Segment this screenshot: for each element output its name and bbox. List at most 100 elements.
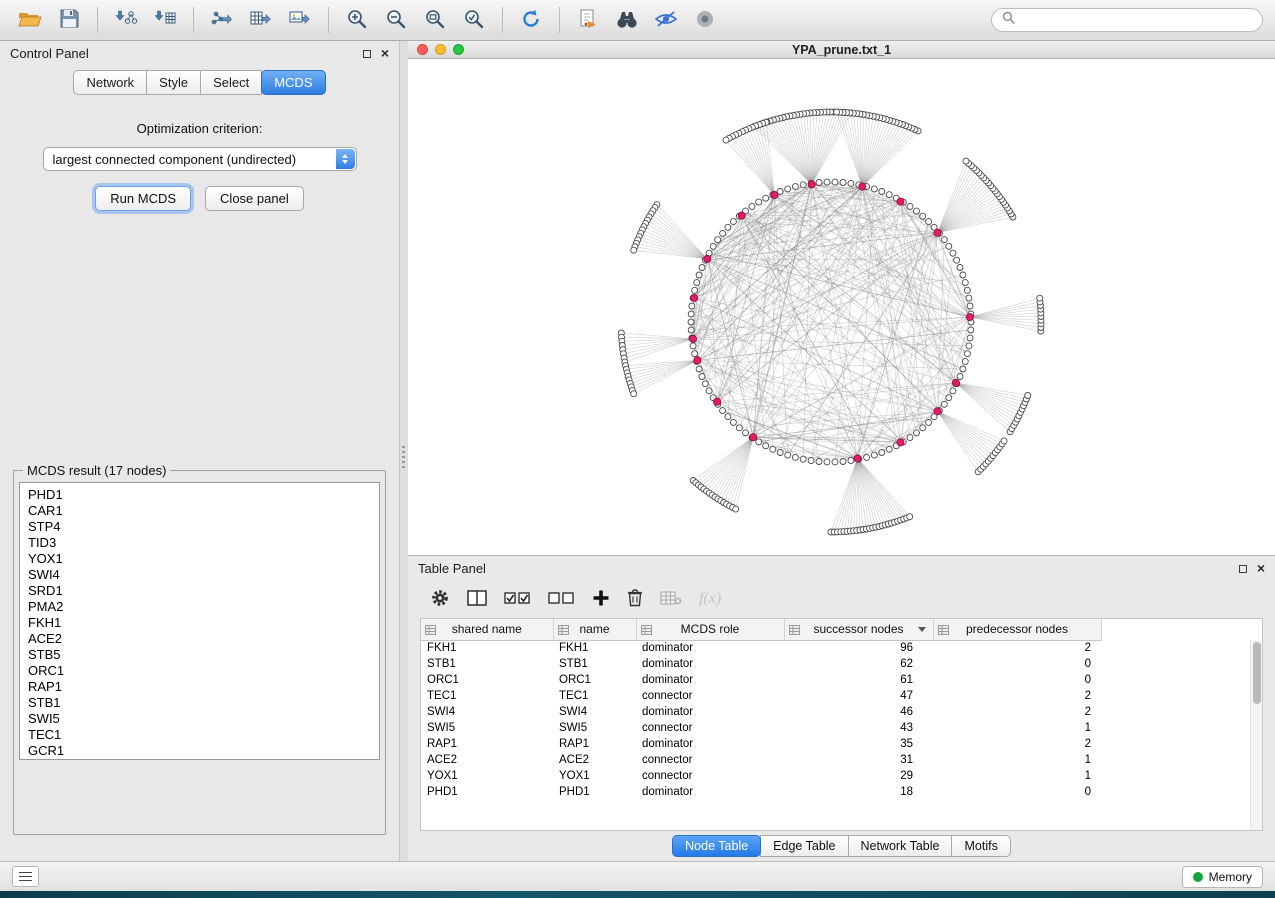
window-minimize-button[interactable] bbox=[435, 44, 446, 55]
zoom-fit-button[interactable] bbox=[417, 5, 453, 36]
export-table-button[interactable] bbox=[243, 5, 279, 36]
open-file-button[interactable] bbox=[12, 5, 48, 36]
export-image-button[interactable] bbox=[282, 5, 318, 36]
run-mcds-button[interactable]: Run MCDS bbox=[95, 186, 191, 211]
show-all-button[interactable] bbox=[687, 5, 723, 36]
window-zoom-button[interactable] bbox=[453, 44, 464, 55]
mcds-result-item[interactable]: YOX1 bbox=[20, 551, 379, 567]
table-row[interactable]: YOX1YOX1connector291 bbox=[421, 768, 1101, 784]
table-header-row: shared name name MCDS role successor nod… bbox=[421, 619, 1101, 640]
table-cell: 2 bbox=[933, 688, 1101, 704]
mcds-result-title: MCDS result (17 nodes) bbox=[23, 463, 170, 478]
panel-splitter[interactable] bbox=[400, 41, 408, 861]
column-header-shared-name[interactable]: shared name bbox=[421, 619, 553, 640]
add-column-button[interactable] bbox=[592, 589, 610, 610]
table-cell: 0 bbox=[933, 672, 1101, 688]
mcds-result-item[interactable]: PHD1 bbox=[20, 487, 379, 503]
table-settings-button[interactable] bbox=[430, 588, 450, 611]
search-input[interactable] bbox=[1021, 13, 1252, 27]
memory-button[interactable]: Memory bbox=[1182, 866, 1263, 888]
select-all-columns-button[interactable] bbox=[504, 590, 531, 609]
table-row[interactable]: SWI4SWI4dominator462 bbox=[421, 704, 1101, 720]
table-cell: dominator bbox=[636, 656, 784, 672]
mcds-result-item[interactable]: ACE2 bbox=[20, 631, 379, 647]
export-table-icon bbox=[249, 8, 273, 33]
table-cell: 62 bbox=[784, 656, 933, 672]
table-row[interactable]: STB1STB1dominator620 bbox=[421, 656, 1101, 672]
float-panel-button[interactable] bbox=[363, 46, 371, 61]
import-table-button[interactable] bbox=[147, 5, 183, 36]
tab-edge-table[interactable]: Edge Table bbox=[760, 835, 848, 857]
table-cell: 2 bbox=[933, 704, 1101, 720]
mcds-result-item[interactable]: STP4 bbox=[20, 519, 379, 535]
column-header-mcds-role[interactable]: MCDS role bbox=[636, 619, 784, 640]
table-cell: SWI5 bbox=[421, 720, 553, 736]
eye-icon bbox=[695, 9, 715, 32]
close-table-panel-button[interactable]: × bbox=[1257, 561, 1265, 575]
window-close-button[interactable] bbox=[417, 44, 428, 55]
column-header-predecessor-nodes[interactable]: predecessor nodes bbox=[933, 619, 1101, 640]
mcds-result-item[interactable]: RAP1 bbox=[20, 679, 379, 695]
criterion-dropdown[interactable]: largest connected component (undirected) bbox=[43, 147, 357, 171]
table-scrollbar[interactable] bbox=[1250, 640, 1262, 830]
zoom-in-button[interactable] bbox=[339, 5, 375, 36]
tab-mcds[interactable]: MCDS bbox=[261, 70, 325, 95]
mcds-result-item[interactable]: PMA2 bbox=[20, 599, 379, 615]
mcds-result-item[interactable]: FKH1 bbox=[20, 615, 379, 631]
table-row[interactable]: ACE2ACE2connector311 bbox=[421, 752, 1101, 768]
table-cell: 46 bbox=[784, 704, 933, 720]
delete-column-button[interactable] bbox=[627, 588, 643, 610]
tab-style[interactable]: Style bbox=[146, 70, 201, 95]
column-header-successor-nodes[interactable]: successor nodes bbox=[784, 619, 933, 640]
float-table-panel-button[interactable] bbox=[1239, 561, 1247, 576]
tab-node-table[interactable]: Node Table bbox=[672, 835, 761, 857]
deselect-all-columns-button[interactable] bbox=[548, 590, 575, 609]
scrollbar-thumb[interactable] bbox=[1253, 642, 1261, 704]
close-panel-x-button[interactable]: × bbox=[381, 46, 389, 60]
table-row[interactable]: TEC1TEC1connector472 bbox=[421, 688, 1101, 704]
hide-selected-button[interactable] bbox=[648, 5, 684, 36]
column-header-name[interactable]: name bbox=[553, 619, 636, 640]
search-network-button[interactable] bbox=[609, 5, 645, 36]
mcds-result-item[interactable]: SRD1 bbox=[20, 583, 379, 599]
mcds-result-item[interactable]: STB1 bbox=[20, 695, 379, 711]
zoom-out-icon bbox=[385, 8, 407, 33]
zoom-selected-button[interactable] bbox=[456, 5, 492, 36]
tab-network[interactable]: Network bbox=[73, 70, 147, 95]
column-attr-icon bbox=[558, 624, 569, 638]
columns-icon bbox=[467, 589, 487, 610]
refresh-layout-button[interactable] bbox=[513, 5, 549, 36]
mcds-result-item[interactable]: STB5 bbox=[20, 647, 379, 663]
export-image-icon bbox=[288, 8, 312, 33]
tab-motifs[interactable]: Motifs bbox=[951, 835, 1010, 857]
mcds-result-item[interactable]: TEC1 bbox=[20, 727, 379, 743]
search-field[interactable] bbox=[991, 8, 1263, 32]
mcds-result-item[interactable]: ORC1 bbox=[20, 663, 379, 679]
mcds-result-item[interactable]: SWI4 bbox=[20, 567, 379, 583]
table-cell: 1 bbox=[933, 768, 1101, 784]
table-row[interactable]: SWI5SWI5connector431 bbox=[421, 720, 1101, 736]
mcds-result-item[interactable]: TID3 bbox=[20, 535, 379, 551]
table-row[interactable]: RAP1RAP1dominator352 bbox=[421, 736, 1101, 752]
show-columns-button[interactable] bbox=[467, 589, 487, 610]
import-table-data-button[interactable] bbox=[660, 590, 682, 609]
mcds-result-item[interactable]: GCR1 bbox=[20, 743, 379, 759]
table-row[interactable]: ORC1ORC1dominator610 bbox=[421, 672, 1101, 688]
tab-network-table[interactable]: Network Table bbox=[848, 835, 953, 857]
mcds-result-item[interactable]: CAR1 bbox=[20, 503, 379, 519]
table-cell: ORC1 bbox=[553, 672, 636, 688]
table-row[interactable]: FKH1FKH1dominator962 bbox=[421, 640, 1101, 656]
tab-select[interactable]: Select bbox=[200, 70, 262, 95]
save-session-button[interactable] bbox=[51, 5, 87, 36]
zoom-out-button[interactable] bbox=[378, 5, 414, 36]
export-network-button[interactable] bbox=[204, 5, 240, 36]
table-row[interactable]: PHD1PHD1dominator180 bbox=[421, 784, 1101, 800]
close-panel-button[interactable]: Close panel bbox=[205, 186, 304, 211]
share-document-button[interactable] bbox=[570, 5, 606, 36]
import-network-button[interactable] bbox=[108, 5, 144, 36]
mcds-result-item[interactable]: SWI5 bbox=[20, 711, 379, 727]
function-builder-button[interactable]: f(x) bbox=[699, 590, 721, 608]
network-canvas[interactable] bbox=[408, 59, 1275, 555]
status-menu-button[interactable] bbox=[12, 866, 39, 887]
mcds-result-list[interactable]: PHD1CAR1STP4TID3YOX1SWI4SRD1PMA2FKH1ACE2… bbox=[19, 482, 380, 760]
